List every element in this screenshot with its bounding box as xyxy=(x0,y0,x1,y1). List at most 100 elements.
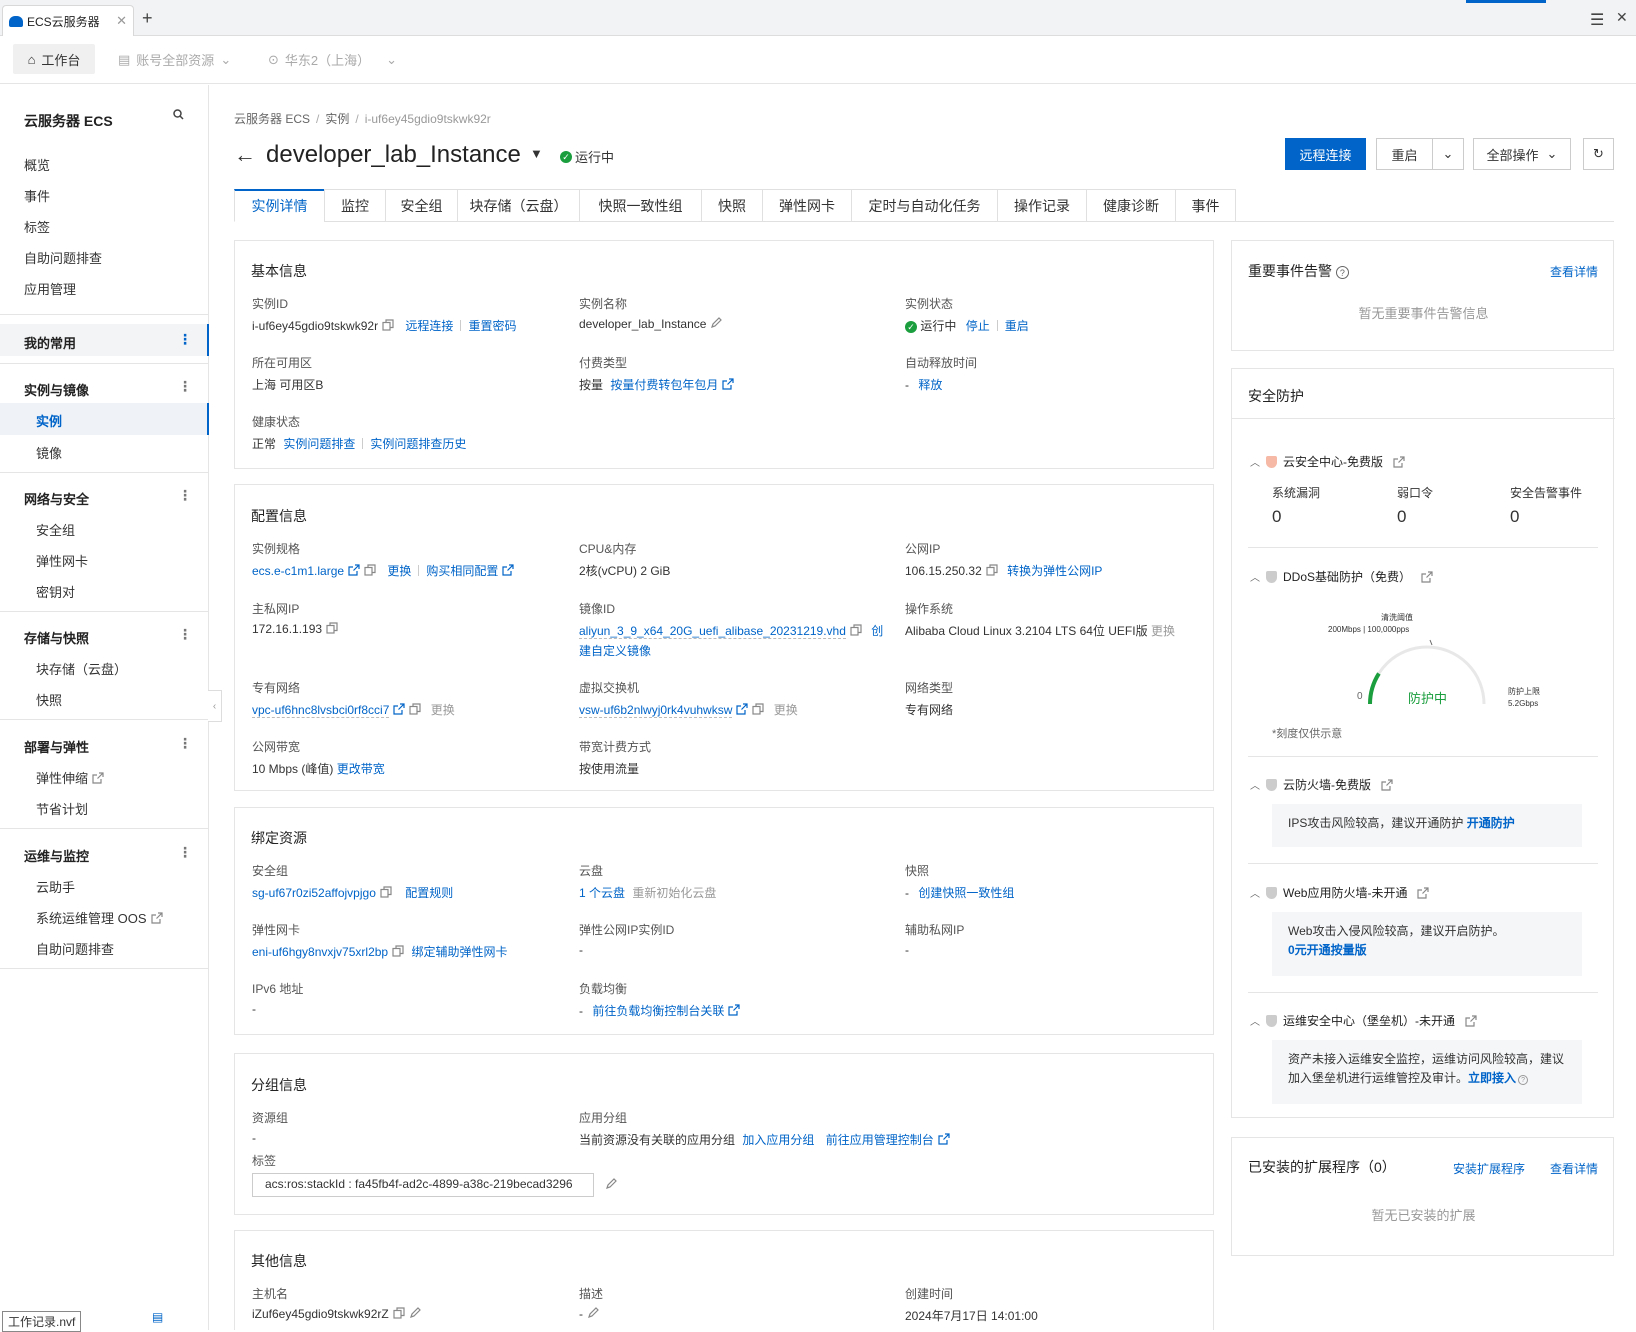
disk-value[interactable]: 1 个云盘 xyxy=(579,886,625,900)
sidebar-item-images[interactable]: 镜像 xyxy=(36,443,62,462)
account-selector[interactable]: ▤ 账号全部资源 ⌄ xyxy=(118,50,231,69)
sidebar-item-savings-plan[interactable]: 节省计划 xyxy=(36,799,88,818)
sidebar-group-deploy-elastic[interactable]: 部署与弹性 xyxy=(24,737,89,756)
view-extension-details-link[interactable]: 查看详情 xyxy=(1550,1160,1598,1177)
sidebar-item-self-troubleshoot[interactable]: 自助问题排查 xyxy=(24,248,102,267)
vulnerabilities-count[interactable]: 0 xyxy=(1272,507,1281,527)
restart-link[interactable]: 重启 xyxy=(1005,319,1029,333)
copy-icon[interactable] xyxy=(380,886,392,898)
copy-icon[interactable] xyxy=(392,945,404,957)
sidebar-item-instances[interactable]: 实例 xyxy=(36,411,62,430)
copy-icon[interactable] xyxy=(382,319,394,331)
edit-icon[interactable] xyxy=(710,317,723,329)
troubleshoot-link[interactable]: 实例问题排查 xyxy=(283,437,355,451)
notes-icon[interactable]: ▤ xyxy=(152,1310,163,1324)
reset-password-link[interactable]: 重置密码 xyxy=(468,319,516,333)
sidebar-group-instances-images[interactable]: 实例与镜像 xyxy=(24,380,89,399)
change-os-link[interactable]: 更换 xyxy=(1151,624,1175,638)
sidebar-item-app-management[interactable]: 应用管理 xyxy=(24,279,76,298)
tab-security-groups[interactable]: 安全组 xyxy=(385,189,457,222)
edit-icon[interactable] xyxy=(409,1307,421,1319)
menu-icon[interactable]: ☰ xyxy=(1590,10,1604,30)
external-link-icon[interactable] xyxy=(1421,570,1433,583)
go-to-app-console-link[interactable]: 前往应用管理控制台 xyxy=(826,1133,934,1147)
chevron-up-icon[interactable]: ︿ xyxy=(1250,454,1260,469)
more-icon[interactable]: ⋮ xyxy=(178,378,192,395)
more-icon[interactable]: ⋮ xyxy=(178,735,192,752)
external-link-icon[interactable] xyxy=(1465,1014,1477,1027)
more-icon[interactable]: ⋮ xyxy=(178,626,192,643)
copy-icon[interactable] xyxy=(409,703,422,715)
tab-scheduled-tasks[interactable]: 定时与自动化任务 xyxy=(851,189,997,222)
collapse-sidebar-button[interactable]: ‹ xyxy=(208,690,222,722)
workbench-button[interactable]: ⌂ 工作台 xyxy=(13,44,95,74)
chevron-up-icon[interactable]: ︿ xyxy=(1250,569,1260,584)
copy-icon[interactable] xyxy=(364,564,376,576)
image-id-value[interactable]: aliyun_3_9_x64_20G_uefi_alibase_20231219… xyxy=(579,624,846,639)
sidebar-item-eni[interactable]: 弹性网卡 xyxy=(36,551,88,570)
tab-events[interactable]: 事件 xyxy=(1175,189,1236,222)
back-arrow-icon[interactable]: ← xyxy=(234,142,256,168)
tab-eni[interactable]: 弹性网卡 xyxy=(762,189,851,222)
change-spec-link[interactable]: 更换 xyxy=(387,564,411,578)
restart-dropdown-button[interactable]: ⌄ xyxy=(1432,138,1464,170)
install-extension-link[interactable]: 安装扩展程序 xyxy=(1453,1160,1525,1177)
all-operations-button[interactable]: 全部操作 ⌄ xyxy=(1473,138,1571,170)
breadcrumb-instances[interactable]: 实例 xyxy=(325,112,349,126)
close-tab-icon[interactable]: ✕ xyxy=(116,13,127,29)
enable-firewall-link[interactable]: 开通防护 xyxy=(1467,816,1515,830)
copy-icon[interactable] xyxy=(850,624,862,636)
caret-down-icon[interactable]: ▼ xyxy=(530,146,543,161)
security-center-header[interactable]: ︿ 云安全中心-免费版 xyxy=(1250,453,1405,470)
sidebar-item-events[interactable]: 事件 xyxy=(24,186,50,205)
sidebar-item-tags[interactable]: 标签 xyxy=(24,217,50,236)
security-alerts-count[interactable]: 0 xyxy=(1510,507,1519,527)
chevron-up-icon[interactable]: ︿ xyxy=(1250,1013,1260,1028)
copy-icon[interactable] xyxy=(986,564,998,576)
tab-block-storage[interactable]: 块存储（云盘） xyxy=(457,189,579,222)
external-link-icon[interactable] xyxy=(1417,886,1430,899)
weak-password-count[interactable]: 0 xyxy=(1397,507,1406,527)
buy-same-config-link[interactable]: 购买相同配置 xyxy=(426,564,498,578)
external-link-icon[interactable] xyxy=(1393,455,1405,468)
sidebar-group-ops-monitoring[interactable]: 运维与监控 xyxy=(24,846,89,865)
spec-value[interactable]: ecs.e-c1m1.large xyxy=(252,564,344,578)
sidebar-item-snapshots[interactable]: 快照 xyxy=(36,690,62,709)
tab-health-diagnosis[interactable]: 健康诊断 xyxy=(1086,189,1175,222)
restart-button[interactable]: 重启 xyxy=(1376,138,1433,170)
join-app-group-link[interactable]: 加入应用分组 xyxy=(742,1133,814,1147)
create-custom-image-link-a[interactable]: 创 xyxy=(871,624,883,638)
create-custom-image-text[interactable]: 建自定义镜像 xyxy=(579,644,651,658)
ddos-header[interactable]: ︿ DDoS基础防护（免费） xyxy=(1250,568,1433,585)
vswitch-value[interactable]: vsw-uf6b2nlwyj0rk4vuhwksw xyxy=(579,703,733,718)
window-close-icon[interactable]: ✕ xyxy=(1616,9,1628,26)
tab-monitoring[interactable]: 监控 xyxy=(324,189,385,222)
browser-tab[interactable]: ECS云服务器 ✕ xyxy=(2,5,134,36)
bastion-header[interactable]: ︿ 运维安全中心（堡垒机）-未开通 xyxy=(1250,1012,1477,1029)
create-custom-image-link-b[interactable]: 建自定义镜像 xyxy=(579,642,651,659)
help-icon[interactable]: ? xyxy=(1335,266,1349,279)
edit-icon[interactable] xyxy=(605,1178,617,1190)
connect-bastion-link[interactable]: 立即接入 xyxy=(1468,1071,1516,1085)
more-icon[interactable]: ⋮ xyxy=(178,331,192,348)
change-bandwidth-link[interactable]: 更改带宽 xyxy=(337,762,385,776)
reinit-disk-link[interactable]: 重新初始化云盘 xyxy=(632,886,716,900)
change-vswitch-link[interactable]: 更换 xyxy=(774,703,798,717)
chevron-up-icon[interactable]: ︿ xyxy=(1250,885,1260,900)
chevron-up-icon[interactable]: ︿ xyxy=(1250,777,1260,792)
help-icon[interactable]: ? xyxy=(1518,1075,1529,1085)
view-event-details-link[interactable]: 查看详情 xyxy=(1550,263,1598,280)
sidebar-item-cloud-assistant[interactable]: 云助手 xyxy=(36,877,75,896)
vpc-value[interactable]: vpc-uf6hnc8lvsbci0rf8cci7 xyxy=(252,703,390,718)
troubleshoot-history-link[interactable]: 实例问题排查历史 xyxy=(370,437,466,451)
go-to-slb-link[interactable]: 前往负载均衡控制台关联 xyxy=(592,1004,724,1018)
sidebar-item-self-troubleshoot-2[interactable]: 自助问题排查 xyxy=(36,939,114,958)
change-vpc-link[interactable]: 更换 xyxy=(431,703,455,717)
breadcrumb-ecs[interactable]: 云服务器 ECS xyxy=(234,112,310,126)
convert-to-subscription-link[interactable]: 按量付费转包年包月 xyxy=(610,378,718,392)
copy-icon[interactable] xyxy=(393,1307,405,1319)
sidebar-item-auto-scaling[interactable]: 弹性伸缩 xyxy=(36,768,104,787)
create-snapshot-group-link[interactable]: 创建快照一致性组 xyxy=(918,886,1014,900)
sidebar-item-oos[interactable]: 系统运维管理 OOS xyxy=(36,908,163,927)
stop-link[interactable]: 停止 xyxy=(966,319,990,333)
